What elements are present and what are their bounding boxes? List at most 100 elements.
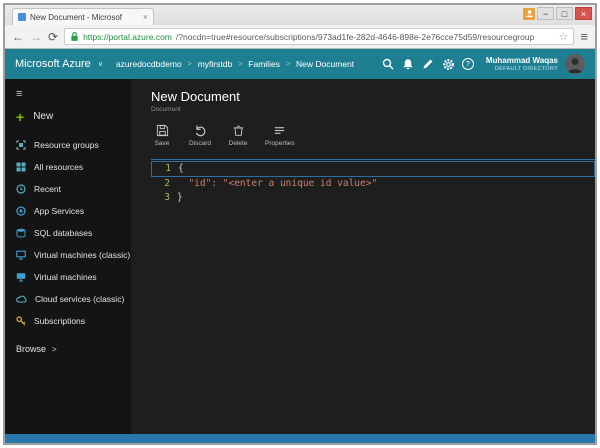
save-icon: [156, 124, 168, 137]
key-icon: [16, 316, 26, 326]
sidebar-item-label: Resource groups: [34, 140, 99, 150]
code-text[interactable]: {: [178, 162, 184, 176]
bookmark-star-icon[interactable]: ☆: [559, 30, 569, 43]
all-resources-icon: [16, 162, 26, 172]
editor-line[interactable]: 2 "id": "<enter a unique id value>": [151, 177, 595, 191]
azure-header: Microsoft Azure ∨ azuredocdbdemo > myfir…: [5, 49, 595, 79]
document-blade: New Document Document Save Discard Delet…: [131, 79, 595, 434]
delete-button[interactable]: Delete: [227, 124, 249, 147]
sidebar-item-label: All resources: [34, 162, 84, 172]
toolbar-label: Properties: [265, 140, 295, 147]
azure-brand[interactable]: Microsoft Azure: [15, 58, 91, 70]
notifications-bell-icon[interactable]: [402, 58, 415, 71]
breadcrumb-separator-icon: >: [238, 60, 243, 68]
page-subtitle: Document: [151, 106, 181, 113]
user-directory: DEFAULT DIRECTORY: [494, 65, 558, 72]
editor-line[interactable]: 1 {: [151, 161, 595, 177]
sidebar-item-subscriptions[interactable]: Subscriptions: [5, 310, 131, 332]
virtual-machine-icon: [16, 273, 26, 282]
window-controls: − □ ×: [523, 7, 592, 20]
breadcrumb-item[interactable]: Families: [248, 59, 280, 69]
chevron-down-icon[interactable]: ∨: [98, 60, 103, 68]
properties-button[interactable]: Properties: [265, 124, 295, 147]
tab-close-icon[interactable]: ×: [143, 12, 148, 22]
editor-line[interactable]: 3 }: [151, 191, 595, 205]
sidebar: ≡ + New Resource groups All resources Re…: [5, 79, 131, 434]
sidebar-item-label: Virtual machines: [34, 272, 97, 282]
maximize-button[interactable]: □: [556, 7, 573, 20]
lock-icon: [71, 31, 78, 41]
discard-button[interactable]: Discard: [189, 124, 211, 147]
line-number: 1: [165, 163, 171, 174]
chevron-right-icon: >: [52, 344, 57, 354]
search-icon[interactable]: [382, 58, 395, 71]
properties-list-icon: [275, 127, 285, 134]
sidebar-item-all-resources[interactable]: All resources: [5, 156, 131, 178]
browser-titlebar: New Document - Microsof × − □ ×: [5, 5, 595, 25]
sidebar-item-browse[interactable]: Browse >: [5, 332, 131, 366]
close-button[interactable]: ×: [575, 7, 592, 20]
sidebar-hamburger-icon[interactable]: ≡: [5, 83, 131, 103]
blade-toolbar: Save Discard Delete Properties: [151, 124, 595, 147]
browser-window: New Document - Microsof × − □ × ← → ⟳ ht…: [3, 3, 597, 445]
browser-tab[interactable]: New Document - Microsof ×: [12, 8, 154, 25]
minimize-button[interactable]: −: [537, 7, 554, 20]
line-number: 3: [164, 192, 170, 203]
forward-button[interactable]: →: [30, 31, 42, 43]
account-menu[interactable]: Muhammad Waqas DEFAULT DIRECTORY: [486, 56, 558, 72]
sidebar-item-resource-groups[interactable]: Resource groups: [5, 134, 131, 156]
sidebar-item-sql-databases[interactable]: SQL databases: [5, 222, 131, 244]
toolbar-label: Save: [154, 140, 170, 147]
sidebar-item-label: SQL databases: [34, 228, 93, 238]
help-icon[interactable]: ?: [461, 58, 474, 70]
toolbar-label: Delete: [228, 140, 248, 147]
toolbar-label: Discard: [189, 140, 212, 147]
breadcrumb-separator-icon: >: [187, 60, 192, 68]
refresh-button[interactable]: ⟳: [48, 31, 58, 43]
portal-content: ≡ + New Resource groups All resources Re…: [5, 79, 595, 434]
settings-gear-icon[interactable]: [442, 58, 455, 71]
sidebar-item-label: Recent: [34, 184, 61, 194]
tab-favicon-icon: [18, 13, 26, 21]
sidebar-item-label: Virtual machines (classic): [34, 250, 131, 260]
line-number: 2: [164, 178, 170, 189]
avatar[interactable]: [565, 54, 585, 74]
plus-icon: +: [16, 108, 25, 125]
browser-addressbar: ← → ⟳ https://portal.azure.com /?nocdn=t…: [5, 25, 595, 49]
sidebar-item-cloud-services-classic[interactable]: Cloud services (classic): [5, 288, 131, 310]
sidebar-item-recent[interactable]: Recent: [5, 178, 131, 200]
recent-clock-icon: [16, 184, 26, 194]
url-rest-part: /?nocdn=true#resource/subscriptions/973a…: [175, 31, 535, 42]
breadcrumb-separator-icon: >: [285, 60, 291, 68]
url-field[interactable]: https://portal.azure.com /?nocdn=true#re…: [64, 28, 575, 45]
breadcrumb-item[interactable]: New Document: [296, 59, 354, 69]
breadcrumb: azuredocdbdemo > myfirstdb > Families > …: [116, 59, 354, 69]
sidebar-item-new[interactable]: + New: [5, 103, 131, 134]
sql-database-icon: [16, 228, 26, 238]
sidebar-item-app-services[interactable]: App Services: [5, 200, 131, 222]
back-button[interactable]: ←: [12, 31, 24, 43]
sidebar-item-label: App Services: [34, 206, 85, 216]
cloud-icon: [16, 295, 27, 303]
breadcrumb-item[interactable]: azuredocdbdemo: [116, 59, 182, 69]
code-text[interactable]: "id": "<enter a unique id value>": [177, 177, 377, 191]
breadcrumb-item[interactable]: myfirstdb: [198, 59, 232, 69]
code-text[interactable]: }: [177, 191, 183, 205]
tab-title: New Document - Microsof: [30, 12, 123, 22]
resource-groups-icon: [16, 140, 26, 150]
delete-trash-icon: [233, 125, 243, 136]
sidebar-item-label: Subscriptions: [34, 316, 86, 326]
user-name: Muhammad Waqas: [485, 55, 558, 65]
discard-undo-icon: [195, 125, 205, 137]
sidebar-item-virtual-machines-classic[interactable]: Virtual machines (classic): [5, 244, 131, 266]
json-editor[interactable]: 1 { 2 "id": "<enter a unique id value>" …: [151, 159, 595, 205]
virtual-machine-classic-icon: [16, 250, 26, 260]
sidebar-item-label: Browse: [16, 344, 47, 354]
browser-menu-icon[interactable]: ≡: [580, 29, 588, 44]
profile-badge-icon[interactable]: [523, 7, 535, 20]
sidebar-item-virtual-machines[interactable]: Virtual machines: [5, 266, 131, 288]
sidebar-item-label: Cloud services (classic): [35, 294, 125, 304]
sidebar-item-label: New: [33, 111, 54, 122]
save-button[interactable]: Save: [151, 124, 173, 147]
feedback-pencil-icon[interactable]: [422, 58, 435, 71]
